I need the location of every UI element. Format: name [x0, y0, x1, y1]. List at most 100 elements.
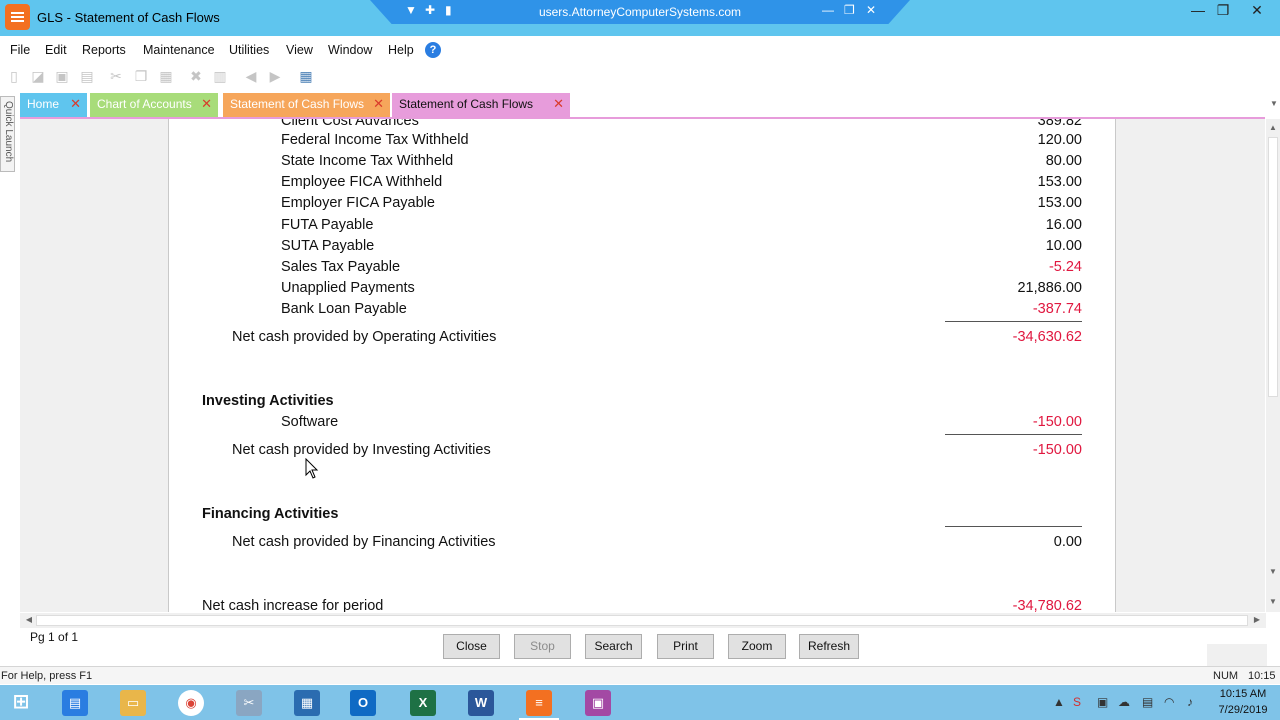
- menu-reports[interactable]: Reports: [82, 43, 126, 57]
- subtotal-rule: [945, 434, 1082, 435]
- stop-button: Stop: [514, 634, 571, 659]
- report-row-amount: -34,780.62: [1012, 598, 1082, 612]
- clock-date[interactable]: 7/29/2019: [1215, 704, 1271, 716]
- status-bar: For Help, press F1 NUM 10:15: [0, 666, 1280, 684]
- vertical-scroll-thumb[interactable]: [1268, 137, 1278, 397]
- report-row-label: Net cash provided by Financing Activitie…: [232, 534, 496, 550]
- task-view-icon[interactable]: ▤: [62, 690, 88, 716]
- report-row-label: SUTA Payable: [281, 238, 375, 254]
- excel-icon[interactable]: X: [410, 690, 436, 716]
- scroll-page-down-icon[interactable]: ▼: [1266, 597, 1280, 606]
- chrome-icon[interactable]: ◉: [178, 690, 204, 716]
- new-icon[interactable]: ▯: [6, 68, 22, 84]
- onedrive-icon[interactable]: ☁: [1118, 695, 1130, 709]
- tray-network-icon[interactable]: ▤: [1142, 695, 1153, 709]
- close-tab-icon[interactable]: ✕: [373, 93, 384, 115]
- back-icon[interactable]: ◀: [243, 68, 259, 84]
- print-button[interactable]: Print: [657, 634, 714, 659]
- title-bar: GLS - Statement of Cash Flows ▼ ✚ ▮ user…: [0, 0, 1280, 36]
- report-row-label: Net cash provided by Investing Activitie…: [232, 442, 491, 458]
- menu-view[interactable]: View: [286, 43, 313, 57]
- forward-icon[interactable]: ▶: [267, 68, 283, 84]
- report-row-label: Net cash provided by Operating Activitie…: [232, 329, 497, 345]
- print-preview-icon[interactable]: ▤: [79, 68, 95, 84]
- quick-launch-panel[interactable]: Quick Launch: [0, 96, 15, 172]
- report-row-amount: 0.00: [1053, 534, 1082, 550]
- subtotal-rule: [945, 321, 1082, 322]
- subtotal-rule: [945, 526, 1082, 527]
- close-tab-icon[interactable]: ✕: [201, 93, 212, 115]
- calculator-icon[interactable]: ▦: [298, 68, 314, 84]
- report-row-amount: 153.00: [1037, 174, 1082, 190]
- clock-time[interactable]: 10:15 AM: [1215, 688, 1271, 700]
- file-explorer-icon[interactable]: ▭: [120, 690, 146, 716]
- report-row-amount: -34,630.62: [1012, 329, 1082, 345]
- scroll-down-icon[interactable]: ▼: [1266, 567, 1280, 576]
- gls-taskbar-icon[interactable]: ≡: [519, 690, 559, 720]
- horizontal-scroll-thumb[interactable]: [36, 615, 1248, 626]
- taskbar: ⊞ ▤ ▭ ◉ ✂ ▦ O X W ≡ ▣: [0, 685, 1280, 720]
- recording-app-icon[interactable]: ▣: [585, 690, 611, 716]
- menu-file[interactable]: File: [10, 43, 30, 57]
- scroll-up-icon[interactable]: ▲: [1266, 123, 1280, 132]
- help-question-icon[interactable]: ?: [425, 42, 441, 58]
- open-icon[interactable]: ◪: [30, 68, 46, 84]
- tab-chart-of-accounts[interactable]: Chart of Accounts ✕: [90, 93, 218, 117]
- report-viewer[interactable]: Client Cost Advances 389.82 Federal Income…: [20, 119, 1265, 612]
- tray-meeting-icon[interactable]: ▣: [1097, 695, 1108, 709]
- wifi-icon[interactable]: ◠: [1164, 695, 1174, 709]
- vertical-scrollbar[interactable]: ▲ ▼ ▼: [1266, 119, 1280, 612]
- remote-minimize-icon[interactable]: —: [822, 3, 834, 17]
- zoom-button[interactable]: Zoom: [728, 634, 786, 659]
- tray-chevron-icon[interactable]: ▲: [1053, 695, 1065, 709]
- minimize-button[interactable]: —: [1186, 2, 1210, 18]
- menu-edit[interactable]: Edit: [45, 43, 67, 57]
- close-button[interactable]: Close: [443, 634, 500, 659]
- report-row-amount: 153.00: [1037, 195, 1082, 211]
- cut-icon[interactable]: ✂: [108, 68, 124, 84]
- menu-help[interactable]: Help: [388, 43, 414, 57]
- section-header: Financing Activities: [202, 506, 339, 522]
- scroll-right-icon[interactable]: ▶: [1250, 615, 1264, 624]
- tab-label: Statement of Cash Flows: [399, 97, 534, 111]
- tab-menu-chevron-icon[interactable]: ▼: [1270, 99, 1278, 108]
- close-window-button[interactable]: ✕: [1245, 2, 1269, 19]
- restore-button[interactable]: ❐: [1211, 2, 1235, 19]
- mouse-cursor-icon: [305, 458, 319, 479]
- report-row-amount: 120.00: [1037, 132, 1082, 148]
- close-tab-icon[interactable]: ✕: [553, 93, 564, 115]
- delete-icon[interactable]: ✖: [188, 68, 204, 84]
- report-row-amount: -387.74: [1032, 301, 1082, 317]
- tab-statement-of-cash-flows-active[interactable]: Statement of Cash Flows ✕: [392, 93, 570, 118]
- snipping-tool-icon[interactable]: ✂: [236, 690, 262, 716]
- horizontal-scrollbar[interactable]: ◀ ▶: [20, 613, 1266, 628]
- copy-icon[interactable]: ❐: [133, 68, 149, 84]
- report-row-label: Sales Tax Payable: [281, 259, 401, 275]
- menu-maintenance[interactable]: Maintenance: [143, 43, 215, 57]
- paste-icon[interactable]: ▦: [158, 68, 174, 84]
- toolbar: ▯ ◪ ▣ ▤ ✂ ❐ ▦ ✖ ▥ ◀ ▶ ▦: [0, 64, 1280, 88]
- status-time: 10:15: [1248, 670, 1276, 682]
- scroll-left-icon[interactable]: ◀: [22, 615, 36, 624]
- tab-statement-of-cash-flows[interactable]: Statement of Cash Flows ✕: [223, 93, 390, 117]
- remote-restore-icon[interactable]: ❐: [844, 3, 855, 17]
- outlook-icon[interactable]: O: [350, 690, 376, 716]
- report-row-label: Unapplied Payments: [281, 280, 415, 296]
- refresh-button[interactable]: Refresh: [799, 634, 859, 659]
- report-row-amount: 10.00: [1045, 238, 1082, 254]
- lock-icon[interactable]: ▥: [212, 68, 228, 84]
- word-icon[interactable]: W: [468, 690, 494, 716]
- app-network-icon[interactable]: ▦: [294, 690, 320, 716]
- menu-utilities[interactable]: Utilities: [229, 43, 269, 57]
- tab-home[interactable]: Home ✕: [20, 93, 87, 117]
- menu-window[interactable]: Window: [328, 43, 372, 57]
- tray-app-icon[interactable]: S: [1073, 695, 1081, 709]
- section-header: Investing Activities: [202, 393, 334, 409]
- volume-icon[interactable]: ♪: [1187, 695, 1193, 709]
- report-row-label: Federal Income Tax Withheld: [281, 132, 469, 148]
- windows-start-icon[interactable]: ⊞: [8, 690, 34, 716]
- search-button[interactable]: Search: [585, 634, 642, 659]
- remote-close-icon[interactable]: ✕: [866, 3, 876, 17]
- close-tab-icon[interactable]: ✕: [70, 93, 81, 115]
- save-icon[interactable]: ▣: [54, 68, 70, 84]
